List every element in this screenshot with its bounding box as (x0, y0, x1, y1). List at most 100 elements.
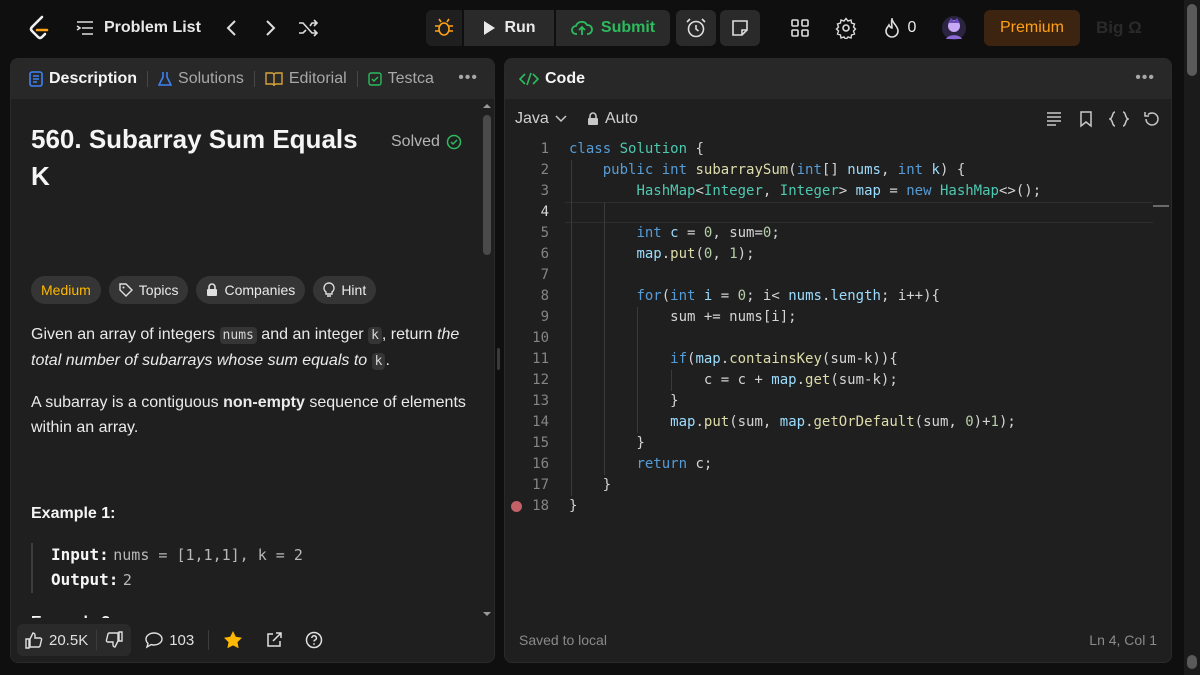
language-select[interactable]: Java (515, 110, 567, 128)
problem-statement: Given an array of integers nums and an i… (31, 322, 471, 374)
help-button[interactable] (297, 624, 331, 656)
subarray-definition: A subarray is a contiguous non-empty seq… (31, 390, 471, 440)
code-line: 8 for(int i = 0; i< nums.length; i++){ (505, 286, 1171, 307)
user-avatar[interactable] (936, 10, 972, 46)
comment-icon (145, 632, 163, 649)
run-button[interactable]: Run (464, 10, 554, 46)
line-number: 9 (540, 309, 549, 325)
shuffle-icon (299, 19, 319, 37)
auto-mode-label: Auto (605, 110, 638, 127)
problem-list-button[interactable]: Problem List (76, 10, 201, 46)
scroll-up-icon[interactable] (481, 101, 493, 111)
leetcode-logo-icon[interactable] (24, 10, 54, 46)
code-panel-header: Code ••• (505, 59, 1171, 99)
gear-icon (835, 17, 857, 39)
line-number: 17 (532, 477, 549, 493)
comments-button[interactable]: 103 (137, 624, 202, 656)
tab-divider (356, 71, 358, 87)
play-icon (484, 21, 496, 35)
flame-icon (884, 18, 899, 38)
tab-testcase[interactable]: Testca (362, 59, 440, 99)
submit-button[interactable]: Submit (556, 10, 670, 46)
more-options-icon[interactable]: ••• (1135, 69, 1155, 87)
check-circle-icon (446, 134, 462, 150)
panel-resize-handle[interactable] (497, 348, 500, 370)
tab-divider (147, 71, 149, 87)
big-o-text: Big Ω (1096, 18, 1142, 37)
save-status: Saved to local (519, 632, 607, 648)
tab-description[interactable]: Description (23, 59, 143, 99)
output-label: Output: (51, 570, 119, 589)
prev-problem-button[interactable] (216, 10, 246, 46)
code-line: 14 map.put(sum, map.getOrDefault(sum, 0)… (505, 412, 1171, 433)
problem-list-label: Problem List (104, 19, 201, 36)
timer-button[interactable] (676, 10, 716, 46)
premium-button[interactable]: Premium (984, 10, 1080, 46)
cursor-position-marker (1153, 205, 1169, 207)
editor-scrollbar[interactable] (1153, 139, 1169, 619)
like-button[interactable]: 20.5K (17, 624, 96, 656)
description-scrollbar[interactable] (481, 101, 493, 621)
more-options-icon[interactable]: ••• (458, 69, 478, 87)
input-label: Input: (51, 545, 109, 564)
line-code: class Solution { (569, 141, 704, 157)
difficulty-badge: Medium (31, 276, 101, 304)
window-scrollbar[interactable] (1184, 0, 1200, 675)
scrollbar-thumb[interactable] (483, 115, 491, 255)
code-line: 15 } (505, 433, 1171, 454)
debug-button[interactable] (426, 10, 462, 46)
chevron-left-icon (226, 20, 236, 36)
tab-code-label: Code (545, 70, 585, 87)
tab-solutions[interactable]: Solutions (152, 59, 250, 99)
dislike-button[interactable] (97, 624, 131, 656)
topics-button[interactable]: Topics (108, 276, 189, 304)
layout-button[interactable] (782, 10, 818, 46)
thumbs-up-icon (25, 632, 43, 649)
code-editor[interactable]: 1 class Solution { 2 public int subarrayS… (505, 139, 1171, 539)
code-line: 10 (505, 328, 1171, 349)
bookmark-icon[interactable] (1077, 110, 1095, 128)
inline-code-nums: nums (219, 327, 257, 344)
tab-code[interactable]: Code (513, 59, 591, 99)
inline-code-k: k (371, 353, 386, 370)
description-panel: Description Solutions Editorial Testca •… (10, 58, 495, 663)
streak-counter[interactable]: 0 (876, 10, 924, 46)
comment-count: 103 (169, 631, 195, 649)
code-line: 6 map.put(0, 1); (505, 244, 1171, 265)
settings-button[interactable] (828, 10, 864, 46)
braces-icon[interactable] (1109, 110, 1129, 128)
code-line: 5 int c = 0, sum=0; (505, 223, 1171, 244)
output-value: 2 (122, 571, 132, 589)
lock-icon (207, 283, 218, 296)
favorite-button[interactable] (215, 624, 251, 656)
tab-divider (253, 71, 255, 87)
hint-button[interactable]: Hint (313, 276, 377, 304)
companies-button[interactable]: Companies (196, 276, 306, 304)
line-number: 3 (540, 183, 549, 199)
share-button[interactable] (257, 624, 291, 656)
format-icon[interactable] (1045, 110, 1063, 128)
notes-button[interactable] (720, 10, 760, 46)
description-footer: 20.5K 103 (11, 618, 494, 662)
window-scrollbar-end[interactable] (1187, 655, 1197, 669)
next-problem-button[interactable] (256, 10, 286, 46)
line-code: if(map.containsKey(sum-k)){ (670, 351, 898, 367)
auto-mode-toggle[interactable]: Auto (587, 110, 638, 128)
list-icon (76, 21, 93, 35)
tab-editorial[interactable]: Editorial (259, 59, 353, 99)
tab-editorial-label: Editorial (288, 70, 347, 87)
submit-label: Submit (600, 19, 656, 36)
shuffle-button[interactable] (294, 10, 324, 46)
code-line: 11 if(map.containsKey(sum-k)){ (505, 349, 1171, 370)
reset-icon[interactable] (1143, 110, 1161, 128)
line-number: 1 (540, 141, 549, 157)
solved-status: Solved (391, 133, 462, 151)
window-scrollbar-thumb[interactable] (1187, 4, 1197, 76)
checkbox-icon (367, 72, 382, 86)
tab-testcase-label: Testca (387, 70, 434, 87)
code-line: 7 (505, 265, 1171, 286)
definition-text: A subarray is a contiguous (31, 394, 224, 411)
line-number: 4 (540, 204, 549, 220)
problem-title: 560. Subarray Sum Equals K (31, 124, 358, 191)
statement-text: Given an array of integers (31, 326, 220, 343)
